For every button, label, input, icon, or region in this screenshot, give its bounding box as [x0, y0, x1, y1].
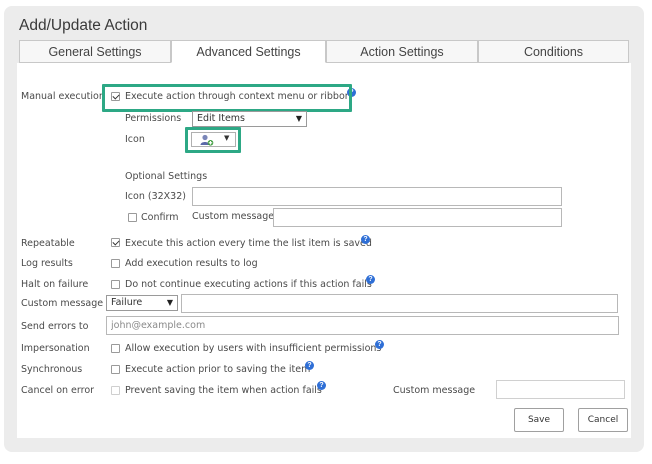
cancel-on-error-help-icon[interactable]: ?: [317, 381, 326, 390]
user-add-icon: [200, 134, 214, 146]
cancel-on-error-checkbox[interactable]: [111, 386, 120, 395]
custom-message-type-value: Failure: [111, 297, 143, 308]
permissions-value: Edit Items: [197, 113, 245, 124]
tab-bar: General Settings Advanced Settings Actio…: [19, 40, 629, 63]
impersonation-checkbox[interactable]: [111, 344, 120, 353]
chevron-down-icon: ▼: [166, 298, 173, 307]
tab-conditions[interactable]: Conditions: [478, 40, 629, 63]
save-button[interactable]: Save: [514, 408, 564, 432]
cancel-on-error-label: Cancel on error: [21, 385, 95, 396]
repeatable-checkbox[interactable]: [111, 238, 120, 247]
optional-settings-label: Optional Settings: [125, 171, 208, 182]
manual-execution-label: Manual execution: [21, 91, 105, 102]
dialog-title: Add/Update Action: [19, 17, 148, 34]
repeatable-label: Repeatable: [21, 238, 75, 249]
cancel-on-error-custom-message-input[interactable]: [496, 380, 625, 399]
halt-on-failure-help-icon[interactable]: ?: [366, 275, 375, 284]
icon-32-label: Icon (32X32): [125, 191, 186, 202]
icon-picker[interactable]: ▼: [191, 132, 236, 147]
halt-on-failure-checkbox[interactable]: [111, 280, 120, 289]
send-errors-label: Send errors to: [21, 321, 89, 332]
permissions-select[interactable]: Edit Items ▼: [192, 111, 307, 127]
manual-execution-checkbox[interactable]: [111, 92, 120, 101]
tab-advanced-settings[interactable]: Advanced Settings: [171, 40, 326, 63]
cancel-on-error-custom-message-label: Custom message: [393, 385, 476, 396]
manual-execution-help-icon[interactable]: ?: [347, 88, 356, 97]
repeatable-text: Execute this action every time the list …: [125, 238, 372, 249]
permissions-label: Permissions: [125, 113, 182, 124]
custom-message-type-select[interactable]: Failure ▼: [106, 295, 178, 311]
cancel-button[interactable]: Cancel: [578, 408, 628, 432]
cancel-on-error-text: Prevent saving the item when action fail…: [125, 385, 322, 396]
synchronous-checkbox[interactable]: [111, 365, 120, 374]
impersonation-text: Allow execution by users with insufficie…: [125, 343, 382, 354]
log-results-checkbox[interactable]: [111, 259, 120, 268]
confirm-custom-message-label: Custom message: [192, 211, 275, 222]
confirm-checkbox[interactable]: [128, 213, 137, 222]
custom-message-input[interactable]: [181, 294, 618, 313]
tab-general-settings[interactable]: General Settings: [19, 40, 171, 63]
chevron-down-icon: ▼: [295, 114, 302, 123]
repeatable-help-icon[interactable]: ?: [361, 235, 370, 244]
impersonation-label: Impersonation: [21, 343, 90, 354]
log-results-label: Log results: [21, 258, 73, 269]
send-errors-input[interactable]: [106, 316, 619, 335]
confirm-custom-message-input[interactable]: [273, 208, 562, 227]
synchronous-label: Synchronous: [21, 364, 83, 375]
halt-on-failure-label: Halt on failure: [21, 279, 89, 290]
impersonation-help-icon[interactable]: ?: [375, 340, 384, 349]
chevron-down-icon: ▼: [224, 134, 230, 142]
synchronous-text: Execute action prior to saving the item: [125, 364, 311, 375]
tab-action-settings[interactable]: Action Settings: [326, 40, 478, 63]
manual-execution-text: Execute action through context menu or r…: [125, 91, 351, 102]
halt-on-failure-text: Do not continue executing actions if thi…: [125, 279, 372, 290]
log-results-text: Add execution results to log: [125, 258, 258, 269]
synchronous-help-icon[interactable]: ?: [305, 361, 314, 370]
icon-label: Icon: [125, 134, 145, 145]
confirm-label: Confirm: [141, 212, 179, 223]
custom-message-label: Custom message: [21, 298, 104, 309]
icon-32-input[interactable]: [192, 187, 562, 206]
